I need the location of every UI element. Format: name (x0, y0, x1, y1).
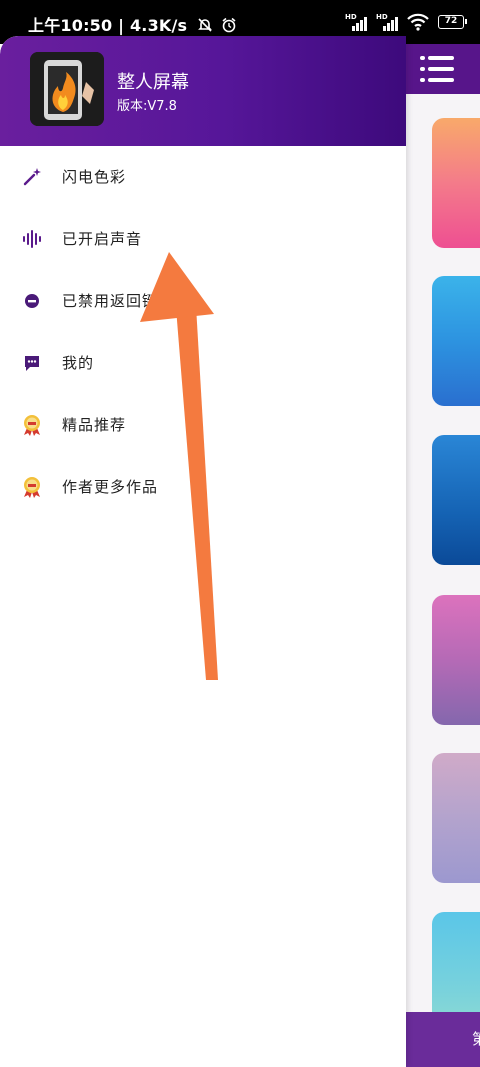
menu-item-more-works[interactable]: 作者更多作品 (0, 456, 406, 518)
menu-item-label: 闪电色彩 (62, 168, 127, 186)
status-right: HD HD 72 (345, 10, 467, 34)
menu-item-back-key[interactable]: 已禁用返回键 (0, 270, 406, 332)
menu-list-icon[interactable] (420, 54, 454, 84)
signal-icon: HD (345, 13, 367, 31)
wallpaper-thumb-pink[interactable] (432, 118, 480, 248)
award-medal-icon (24, 415, 40, 436)
wallpaper-thumb-purple[interactable] (432, 595, 480, 725)
battery-level: 72 (444, 16, 458, 26)
menu-item-label: 已开启声音 (62, 230, 143, 248)
status-net-speed: 4.3K/s (129, 16, 188, 35)
wallpaper-thumb-blue[interactable] (432, 276, 480, 406)
magic-wand-icon (23, 168, 41, 186)
background-bottom-bar[interactable]: 第 (406, 1012, 480, 1067)
menu-item-label: 精品推荐 (62, 416, 127, 434)
navigation-drawer: 整人屏幕 版本:V7.8 闪电色彩 已开启声音 已禁用返回键 我的 精品推荐 作… (0, 36, 406, 1067)
background-topbar (406, 44, 480, 94)
status-time: 上午10:50 (28, 16, 113, 35)
wallpaper-thumb-lightning[interactable] (432, 435, 480, 565)
menu-item-label: 已禁用返回键 (62, 292, 159, 310)
menu-item-recommend[interactable]: 精品推荐 (0, 394, 406, 456)
minus-circle-icon (25, 294, 39, 308)
app-name: 整人屏幕 (117, 72, 189, 93)
chat-bubble-icon (25, 356, 39, 371)
award-medal-icon (24, 477, 40, 498)
drawer-menu: 闪电色彩 已开启声音 已禁用返回键 我的 精品推荐 作者更多作品 (0, 146, 406, 518)
battery-icon: 72 (438, 15, 467, 29)
menu-item-label: 我的 (62, 354, 95, 372)
menu-item-sound[interactable]: 已开启声音 (0, 208, 406, 270)
menu-item-flash-color[interactable]: 闪电色彩 (0, 146, 406, 208)
menu-item-mine[interactable]: 我的 (0, 332, 406, 394)
alarm-icon (222, 17, 236, 33)
drawer-header: 整人屏幕 版本:V7.8 (0, 36, 406, 146)
signal-icon: HD (376, 13, 398, 31)
wallpaper-thumb-lavender[interactable] (432, 753, 480, 883)
status-left: 上午10:50 | 4.3K/s (28, 12, 237, 36)
wifi-icon (407, 13, 429, 31)
app-icon (30, 52, 104, 126)
app-version: 版本:V7.8 (117, 99, 177, 114)
bottom-bar-label: 第 (472, 1030, 480, 1048)
mute-bell-icon (198, 18, 212, 32)
sound-wave-icon (23, 230, 41, 248)
background-app: 第 (406, 44, 480, 1067)
menu-item-label: 作者更多作品 (62, 478, 159, 496)
status-divider: | (118, 16, 130, 35)
